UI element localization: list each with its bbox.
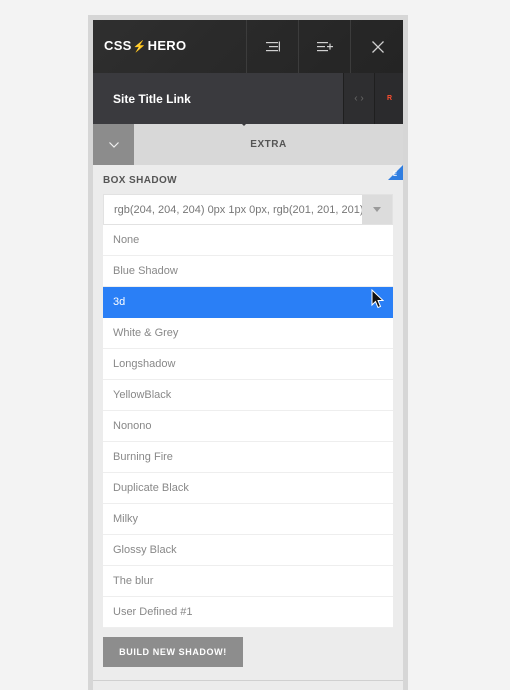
- shadow-option-label: 3d: [113, 296, 126, 308]
- build-new-shadow-button[interactable]: BUILD NEW SHADOW!: [103, 637, 243, 667]
- shadow-option[interactable]: YellowBlack: [103, 380, 393, 411]
- mouse-pointer-icon: [371, 289, 384, 309]
- tab-extra[interactable]: EXTRA: [134, 124, 403, 165]
- logo-text-left: CSS: [104, 38, 132, 53]
- badge-letter: E: [393, 172, 398, 178]
- caret-down-icon: [373, 207, 381, 212]
- list-indent-icon: [266, 41, 280, 51]
- shadow-option[interactable]: Duplicate Black: [103, 473, 393, 504]
- list-indent-button[interactable]: [246, 20, 299, 73]
- shadow-option-label: Glossy Black: [113, 544, 177, 556]
- shadow-option[interactable]: Glossy Black: [103, 535, 393, 566]
- shadow-option-label: Nonono: [113, 420, 152, 432]
- box-shadow-select[interactable]: rgb(204, 204, 204) 0px 1px 0px, rgb(201,…: [103, 194, 393, 225]
- shadow-option-label: The blur: [113, 575, 154, 587]
- shadow-option-label: None: [113, 234, 140, 246]
- selector-pointer: [239, 121, 249, 126]
- close-button[interactable]: [350, 20, 403, 73]
- shadow-option[interactable]: None: [103, 225, 393, 256]
- shadow-option-label: Milky: [113, 513, 139, 525]
- box-shadow-label: BOX SHADOW: [103, 175, 177, 186]
- shadow-option[interactable]: 3d: [103, 287, 393, 318]
- extra-badge: E: [388, 165, 403, 180]
- shadow-option[interactable]: Nonono: [103, 411, 393, 442]
- box-shadow-options-list: None Blue Shadow 3d White & Grey Longshadow Y…: [103, 225, 393, 628]
- list-add-icon: [317, 41, 333, 51]
- shadow-option-label: User Defined #1: [113, 606, 193, 618]
- divider: [93, 680, 403, 681]
- bolt-icon: ⚡: [132, 41, 147, 53]
- selector-bar: Site Title Link ‹ › R: [93, 73, 403, 124]
- tab-toggle-button[interactable]: [93, 124, 134, 165]
- chevron-down-icon: [108, 141, 119, 148]
- select-dropdown-button[interactable]: [362, 195, 392, 224]
- shadow-option-label: Burning Fire: [113, 451, 173, 463]
- shadow-option[interactable]: Burning Fire: [103, 442, 393, 473]
- shadow-option[interactable]: White & Grey: [103, 318, 393, 349]
- shadow-option-label: Duplicate Black: [113, 482, 189, 494]
- shadow-option[interactable]: User Defined #1: [103, 597, 393, 628]
- shadow-option[interactable]: The blur: [103, 566, 393, 597]
- responsive-label: R: [386, 95, 393, 102]
- selector-title[interactable]: Site Title Link: [113, 92, 191, 106]
- shadow-option-label: White & Grey: [113, 327, 179, 339]
- code-view-button[interactable]: ‹ ›: [343, 73, 374, 124]
- shadow-option[interactable]: Blue Shadow: [103, 256, 393, 287]
- top-toolbar: CSS⚡HERO: [93, 20, 403, 73]
- list-add-button[interactable]: [298, 20, 351, 73]
- shadow-option[interactable]: Milky: [103, 504, 393, 535]
- close-icon: [371, 40, 384, 53]
- tab-row: EXTRA: [93, 124, 403, 165]
- app-logo: CSS⚡HERO: [104, 38, 186, 53]
- css-hero-panel: CSS⚡HERO Site Title Link ‹ › R EXTRA E B…: [93, 20, 403, 690]
- logo-text-right: HERO: [147, 38, 187, 53]
- shadow-option-label: Blue Shadow: [113, 265, 178, 277]
- shadow-option-label: YellowBlack: [113, 389, 172, 401]
- code-brackets-icon: ‹ ›: [354, 93, 364, 104]
- shadow-option-label: Longshadow: [113, 358, 176, 370]
- responsive-button[interactable]: R: [374, 73, 403, 124]
- shadow-option[interactable]: Longshadow: [103, 349, 393, 380]
- box-shadow-value: rgb(204, 204, 204) 0px 1px 0px, rgb(201,…: [114, 204, 364, 216]
